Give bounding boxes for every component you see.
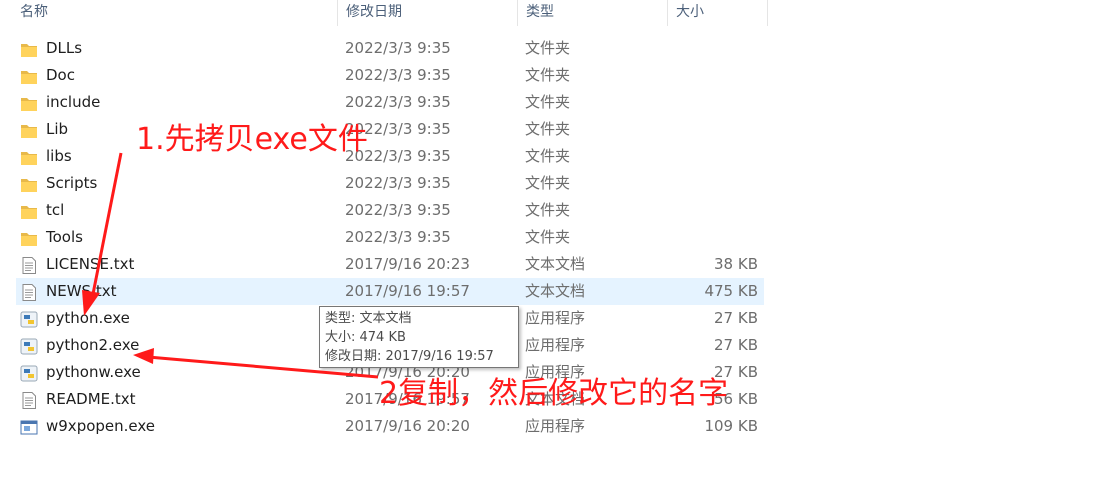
file-type: 文件夹 — [525, 174, 571, 192]
python-exe-icon — [20, 337, 38, 355]
annotation-step2: 2复制，然后修改它的名字 — [379, 376, 729, 411]
file-size: 475 KB — [704, 282, 758, 300]
column-header: 名称 修改日期 类型 大小 — [0, 0, 768, 28]
file-row[interactable]: Doc 2022/3/3 9:35 文件夹 — [16, 62, 764, 89]
file-name: python2.exe — [46, 336, 140, 354]
folder-icon — [20, 148, 38, 165]
file-name: python.exe — [46, 309, 130, 327]
file-name: Tools — [46, 228, 83, 246]
file-date-modified: 2022/3/3 9:35 — [345, 228, 451, 246]
file-row[interactable]: LICENSE.txt 2017/9/16 20:23 文本文档 38 KB — [16, 251, 764, 278]
file-date-modified: 2017/9/16 19:57 — [345, 282, 470, 300]
file-name: README.txt — [46, 390, 136, 408]
tooltip-date: 修改日期: 2017/9/16 19:57 — [325, 349, 494, 364]
folder-icon — [20, 94, 38, 111]
file-name: w9xpopen.exe — [46, 417, 156, 435]
tooltip-size: 大小: 474 KB — [325, 330, 406, 345]
file-row[interactable]: Tools 2022/3/3 9:35 文件夹 — [16, 224, 764, 251]
file-size: 38 KB — [714, 255, 758, 273]
file-type: 文件夹 — [525, 228, 571, 246]
file-type: 文本文档 — [525, 255, 586, 273]
file-row[interactable]: tcl 2022/3/3 9:35 文件夹 — [16, 197, 764, 224]
file-size: 27 KB — [714, 309, 758, 327]
file-type: 文件夹 — [525, 201, 571, 219]
file-name: Scripts — [46, 174, 98, 192]
file-date-modified: 2017/9/16 20:23 — [345, 255, 470, 273]
python-exe-icon — [20, 310, 38, 328]
window-exe-icon — [20, 418, 38, 435]
folder-icon — [20, 175, 38, 192]
folder-icon — [20, 67, 38, 84]
file-row[interactable]: Lib 2022/3/3 9:35 文件夹 — [16, 116, 764, 143]
file-type: 文件夹 — [525, 66, 571, 84]
column-header-name[interactable]: 名称 — [12, 0, 338, 26]
column-header-date-modified[interactable]: 修改日期 — [338, 0, 518, 26]
file-type: 应用程序 — [525, 336, 586, 354]
file-date-modified: 2022/3/3 9:35 — [345, 174, 451, 192]
file-row[interactable]: Scripts 2022/3/3 9:35 文件夹 — [16, 170, 764, 197]
file-name: libs — [46, 147, 72, 165]
file-name: NEWS.txt — [46, 282, 117, 300]
text-file-icon — [20, 391, 38, 409]
python-exe-icon — [20, 364, 38, 382]
column-header-type[interactable]: 类型 — [518, 0, 668, 26]
folder-icon — [20, 229, 38, 246]
file-info-tooltip: 类型: 文本文档 大小: 474 KB 修改日期: 2017/9/16 19:5… — [319, 306, 519, 368]
file-row[interactable]: include 2022/3/3 9:35 文件夹 — [16, 89, 764, 116]
file-name: tcl — [46, 201, 65, 219]
file-date-modified: 2017/9/16 20:20 — [345, 417, 470, 435]
file-date-modified: 2022/3/3 9:35 — [345, 93, 451, 111]
file-date-modified: 2022/3/3 9:35 — [345, 201, 451, 219]
file-type: 文件夹 — [525, 120, 571, 138]
file-row[interactable]: DLLs 2022/3/3 9:35 文件夹 — [16, 35, 764, 62]
column-header-size[interactable]: 大小 — [668, 0, 768, 26]
file-type: 文件夹 — [525, 39, 571, 57]
annotation-step1: 1.先拷贝exe文件 — [136, 122, 368, 157]
file-name: include — [46, 93, 101, 111]
file-type: 应用程序 — [525, 309, 586, 327]
tooltip-type: 类型: 文本文档 — [325, 311, 412, 326]
file-name: Lib — [46, 120, 69, 138]
file-type: 文件夹 — [525, 147, 571, 165]
file-row[interactable]: w9xpopen.exe 2017/9/16 20:20 应用程序 109 KB — [16, 413, 764, 440]
file-size: 27 KB — [714, 336, 758, 354]
file-type: 文件夹 — [525, 93, 571, 111]
folder-icon — [20, 40, 38, 57]
file-size: 109 KB — [704, 417, 758, 435]
file-name: DLLs — [46, 39, 83, 57]
text-file-icon — [20, 283, 38, 301]
file-date-modified: 2022/3/3 9:35 — [345, 39, 451, 57]
file-name: LICENSE.txt — [46, 255, 135, 273]
file-type: 应用程序 — [525, 417, 586, 435]
file-row[interactable]: libs 2022/3/3 9:35 文件夹 — [16, 143, 764, 170]
file-type: 文本文档 — [525, 282, 586, 300]
folder-icon — [20, 121, 38, 138]
text-file-icon — [20, 256, 38, 274]
folder-icon — [20, 202, 38, 219]
file-date-modified: 2022/3/3 9:35 — [345, 66, 451, 84]
file-name: pythonw.exe — [46, 363, 141, 381]
file-name: Doc — [46, 66, 75, 84]
file-row[interactable]: NEWS.txt 2017/9/16 19:57 文本文档 475 KB — [16, 278, 764, 305]
